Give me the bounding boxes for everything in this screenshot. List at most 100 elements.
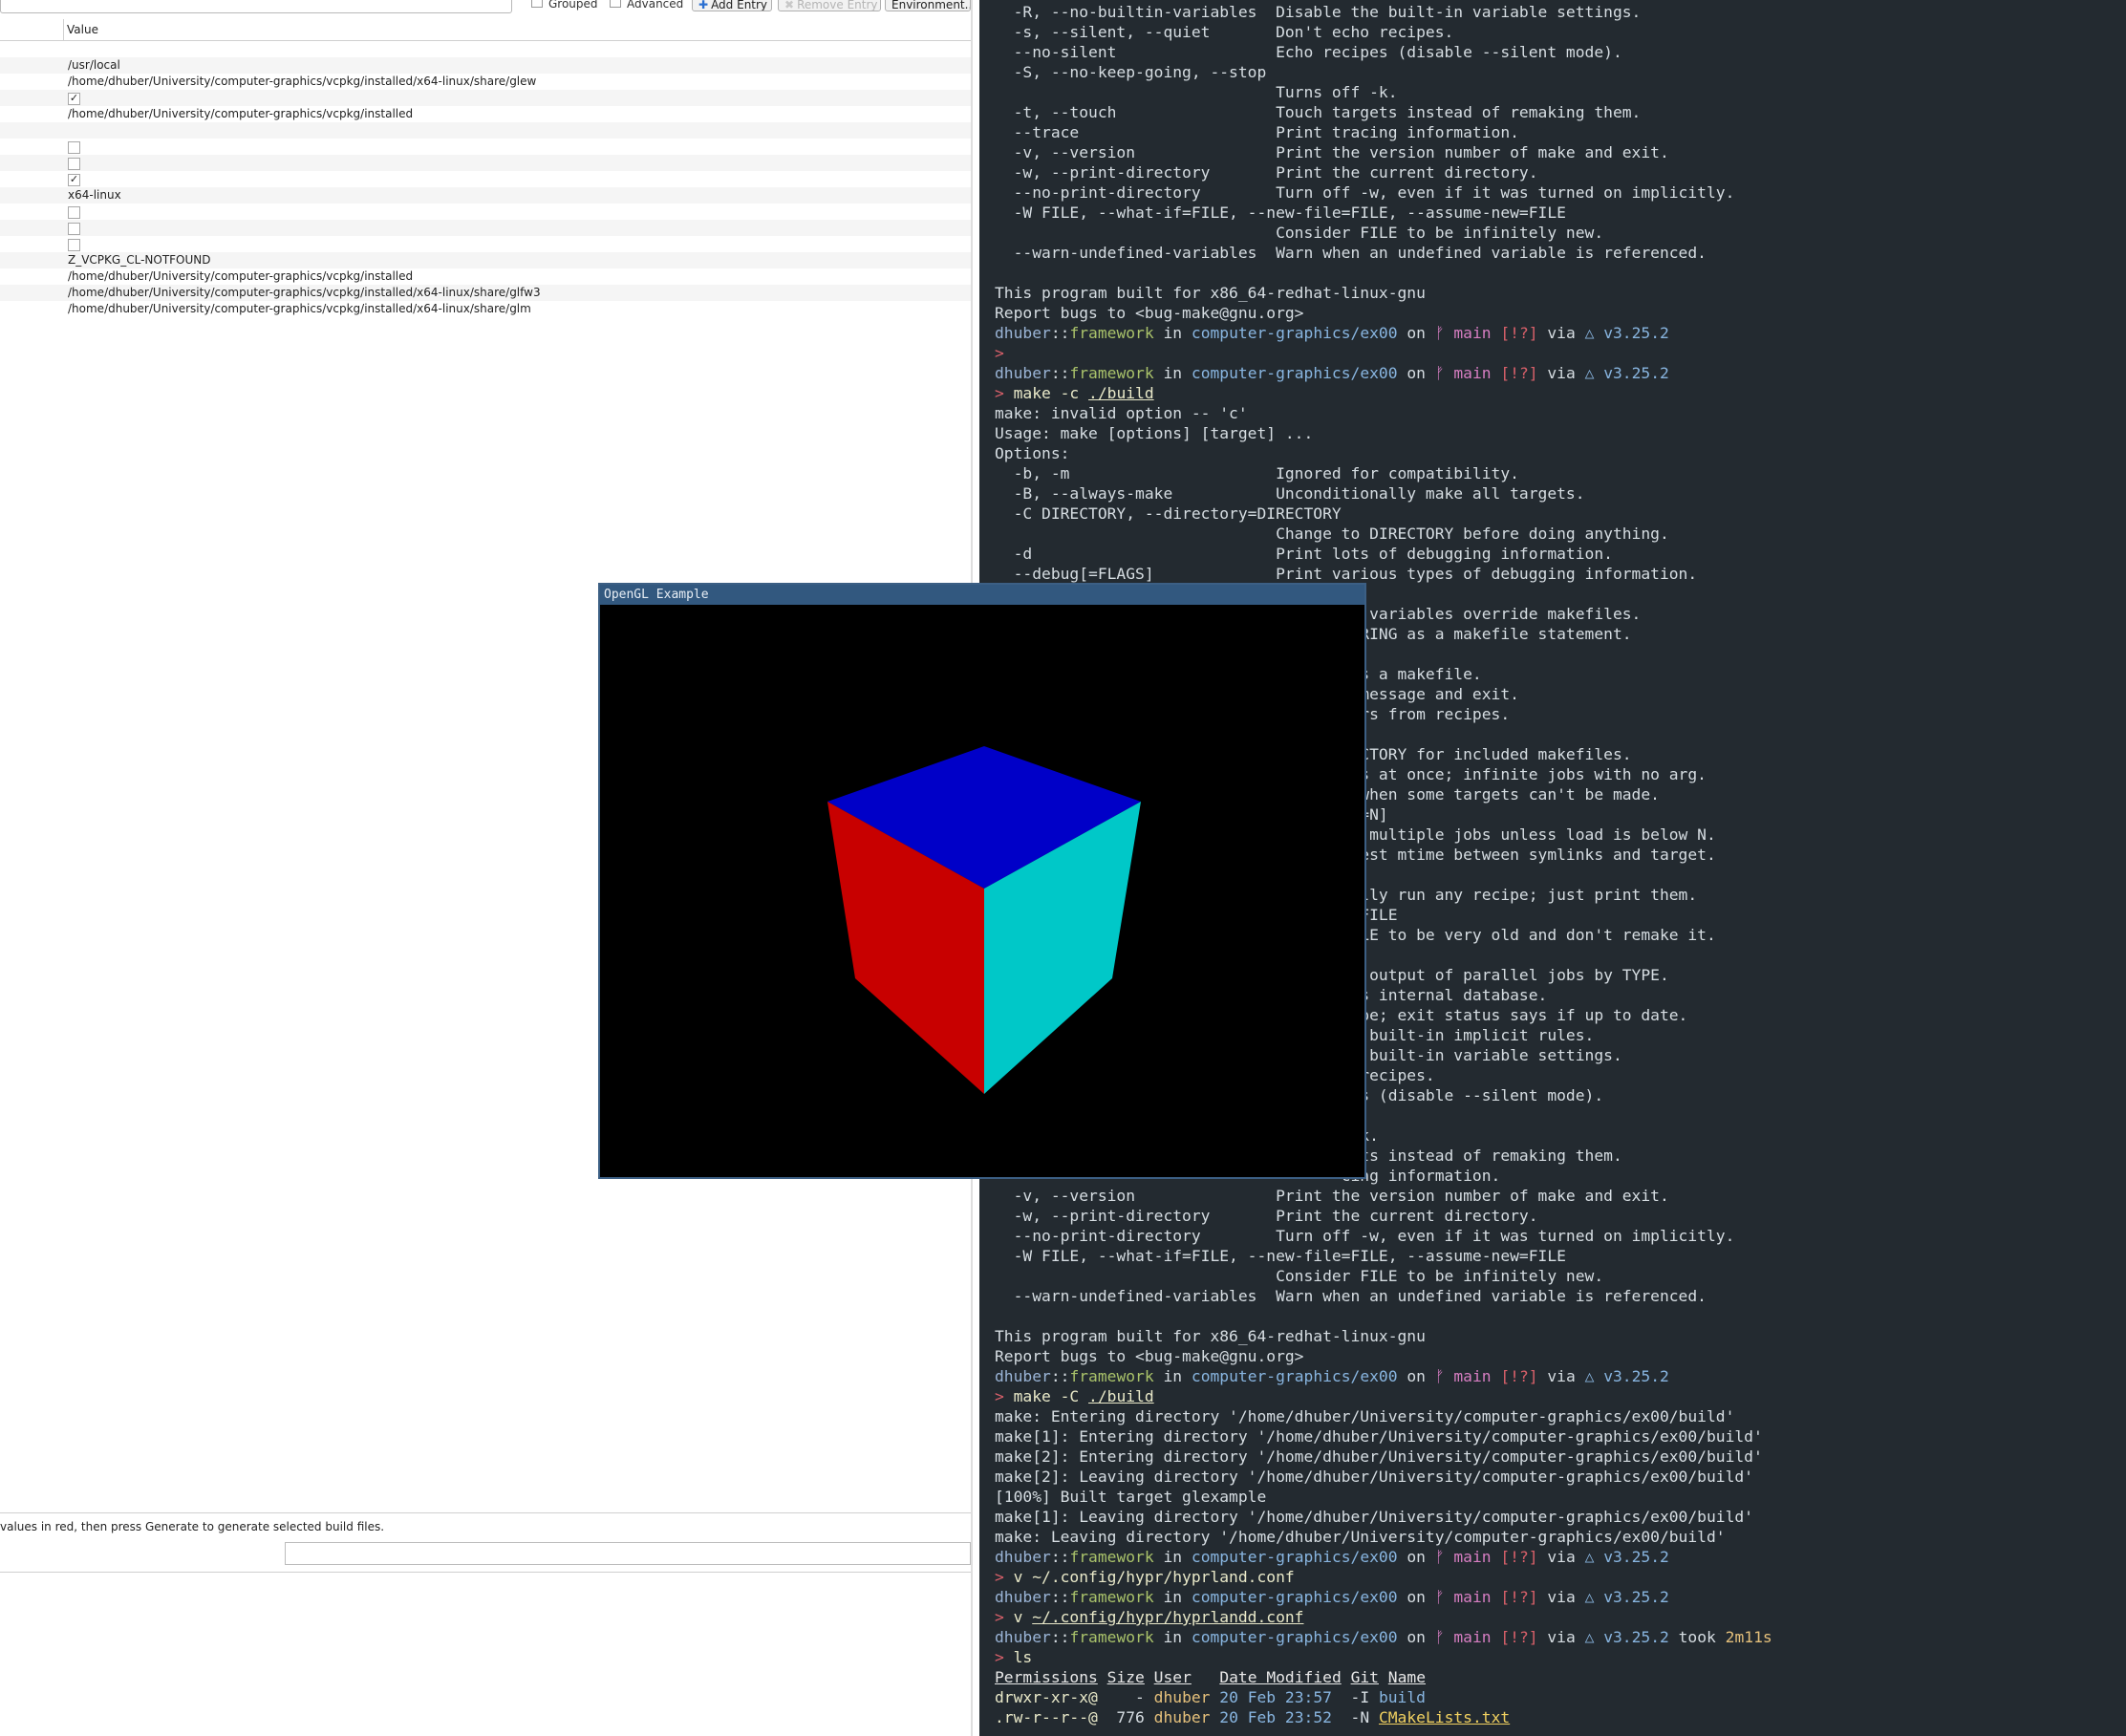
terminal-line: -b, -m Ignored for compatibility. xyxy=(995,463,1772,483)
output-log xyxy=(0,1572,971,1736)
cache-row[interactable] xyxy=(0,220,973,236)
terminal-text: --no-print-directory Turn off -w, even i… xyxy=(995,1227,1735,1245)
terminal-text: ᚠ main xyxy=(1434,324,1492,342)
terminal-line: -v, --version Print the version number o… xyxy=(995,142,1772,162)
terminal-line: .rw-r--r--@ 776 dhuber 20 Feb 23:52 -N C… xyxy=(995,1707,1772,1727)
terminal-line: make[2]: Entering directory '/home/dhube… xyxy=(995,1447,1772,1467)
terminal-text: :: xyxy=(1050,1548,1070,1566)
value-column-header[interactable]: Value xyxy=(67,23,98,36)
environment-button[interactable]: Environment... xyxy=(885,0,971,11)
terminal-text: --debug[=FLAGS] Print various types of d… xyxy=(995,565,1698,583)
remove-entry-button[interactable]: ✖ Remove Entry xyxy=(778,0,881,11)
terminal-line: Usage: make [options] [target] ... xyxy=(995,423,1772,443)
cache-row[interactable] xyxy=(0,155,973,171)
terminal-text: dhuber xyxy=(995,1367,1051,1385)
terminal-text: Report bugs to <bug-make@gnu.org> xyxy=(995,1347,1304,1365)
terminal-text: make: Entering directory '/home/dhuber/U… xyxy=(995,1407,1735,1425)
terminal-line: Consider FILE to be infinitely new. xyxy=(995,223,1772,243)
advanced-checkbox[interactable]: Advanced xyxy=(610,0,683,13)
terminal-text: > xyxy=(995,344,1004,362)
terminal-line: -R, --no-builtin-variables Disable the b… xyxy=(995,2,1772,22)
cache-row[interactable] xyxy=(0,204,973,220)
terminal-line: make[2]: Leaving directory '/home/dhuber… xyxy=(995,1467,1772,1487)
terminal-text: make -C xyxy=(1013,1387,1089,1405)
cache-value: /home/dhuber/University/computer-graphic… xyxy=(68,107,414,120)
terminal-text: △ v3.25.2 xyxy=(1584,1588,1669,1606)
window-title[interactable]: OpenGL Example xyxy=(600,585,1364,605)
terminal-line: > make -C ./build xyxy=(995,1386,1772,1406)
opengl-window[interactable]: OpenGL Example xyxy=(598,583,1366,1179)
cache-row[interactable]: x64-linux xyxy=(0,187,973,204)
cache-row[interactable]: /home/dhuber/University/computer-graphic… xyxy=(0,268,973,285)
cache-value-checkbox[interactable] xyxy=(68,223,80,235)
add-entry-button[interactable]: ✚ Add Entry xyxy=(692,0,772,11)
cache-row[interactable]: /home/dhuber/University/computer-graphic… xyxy=(0,285,973,301)
terminal-text: via xyxy=(1537,1588,1585,1606)
terminal-line: make: invalid option -- 'c' xyxy=(995,403,1772,423)
cache-value-checkbox[interactable]: ✓ xyxy=(68,174,80,186)
cache-row[interactable] xyxy=(0,139,973,155)
search-input[interactable] xyxy=(0,0,512,13)
terminal-text: > xyxy=(995,1648,1014,1666)
terminal-text: --trace Print tracing information. xyxy=(995,123,1519,141)
cache-row[interactable]: /home/dhuber/University/computer-graphic… xyxy=(0,106,973,122)
terminal-text: -v, --version Print the version number o… xyxy=(995,1187,1669,1205)
name-column-header[interactable] xyxy=(0,19,64,40)
terminal-line: > v ~/.config/hypr/hyprlandd.conf xyxy=(995,1607,1772,1627)
advanced-checkbox-box[interactable] xyxy=(610,0,621,8)
terminal-text: [!?] xyxy=(1500,364,1538,382)
terminal-text: on xyxy=(1397,1548,1435,1566)
terminal-line: > xyxy=(995,343,1772,363)
terminal-text: on xyxy=(1397,324,1435,342)
cache-row[interactable]: Z_VCPKG_CL-NOTFOUND xyxy=(0,252,973,268)
cache-row[interactable] xyxy=(0,122,973,139)
cache-value: /home/dhuber/University/computer-graphic… xyxy=(68,75,537,88)
cache-row[interactable] xyxy=(0,41,973,57)
cache-row[interactable]: ✓ xyxy=(0,90,973,106)
terminal-text: -N xyxy=(1331,1708,1379,1726)
cache-value-checkbox[interactable] xyxy=(68,141,80,154)
terminal-text: ./build xyxy=(1088,384,1154,402)
terminal-text: Size xyxy=(1106,1668,1145,1686)
terminal-text: via xyxy=(1537,364,1585,382)
terminal-text: make[1]: Leaving directory '/home/dhuber… xyxy=(995,1508,1753,1526)
terminal-text: --warn-undefined-variables Warn when an … xyxy=(995,1287,1707,1305)
cache-value-checkbox[interactable] xyxy=(68,206,80,219)
cache-row[interactable]: /home/dhuber/University/computer-graphic… xyxy=(0,301,973,317)
cache-row[interactable]: /home/dhuber/University/computer-graphic… xyxy=(0,74,973,90)
cache-row[interactable]: ✓ xyxy=(0,171,973,187)
terminal-text: -I xyxy=(1331,1688,1379,1706)
cache-row[interactable] xyxy=(0,236,973,252)
terminal-line: Turns off -k. xyxy=(995,82,1772,102)
terminal-line: -d Print lots of debugging information. xyxy=(995,544,1772,564)
cache-row[interactable]: /usr/local xyxy=(0,57,973,74)
terminal-text: dhuber xyxy=(995,324,1051,342)
environment-label: Environment... xyxy=(891,0,971,11)
opengl-canvas[interactable] xyxy=(600,606,1364,1177)
cache-value: Z_VCPKG_CL-NOTFOUND xyxy=(68,253,211,267)
terminal-text: This program built for x86_64-redhat-lin… xyxy=(995,1327,1426,1345)
terminal-text: via xyxy=(1537,1367,1585,1385)
terminal-line: dhuber::framework in computer-graphics/e… xyxy=(995,1587,1772,1607)
terminal-line: --warn-undefined-variables Warn when an … xyxy=(995,243,1772,263)
grouped-checkbox-box[interactable] xyxy=(531,0,543,8)
terminal-text: dhuber xyxy=(995,1628,1051,1646)
terminal-text: in xyxy=(1153,1367,1192,1385)
grouped-checkbox[interactable]: Grouped xyxy=(531,0,598,13)
terminal-text: -W FILE, --what-if=FILE, --new-file=FILE… xyxy=(995,204,1566,222)
cache-value-checkbox[interactable] xyxy=(68,239,80,251)
terminal-text: -C DIRECTORY, --directory=DIRECTORY xyxy=(995,504,1342,523)
terminal-text: framework xyxy=(1069,324,1154,342)
terminal-text: △ v3.25.2 xyxy=(1584,1548,1669,1566)
terminal-line: > make -c ./build xyxy=(995,383,1772,403)
terminal-text: via xyxy=(1537,1628,1585,1646)
cache-value-checkbox[interactable] xyxy=(68,158,80,170)
terminal-text: Git xyxy=(1350,1668,1379,1686)
terminal-text: make[1]: Entering directory '/home/dhube… xyxy=(995,1427,1763,1446)
cache-value: /home/dhuber/University/computer-graphic… xyxy=(68,302,531,315)
cache-value-checkbox[interactable]: ✓ xyxy=(68,93,80,105)
output-filter-input[interactable] xyxy=(285,1542,971,1565)
